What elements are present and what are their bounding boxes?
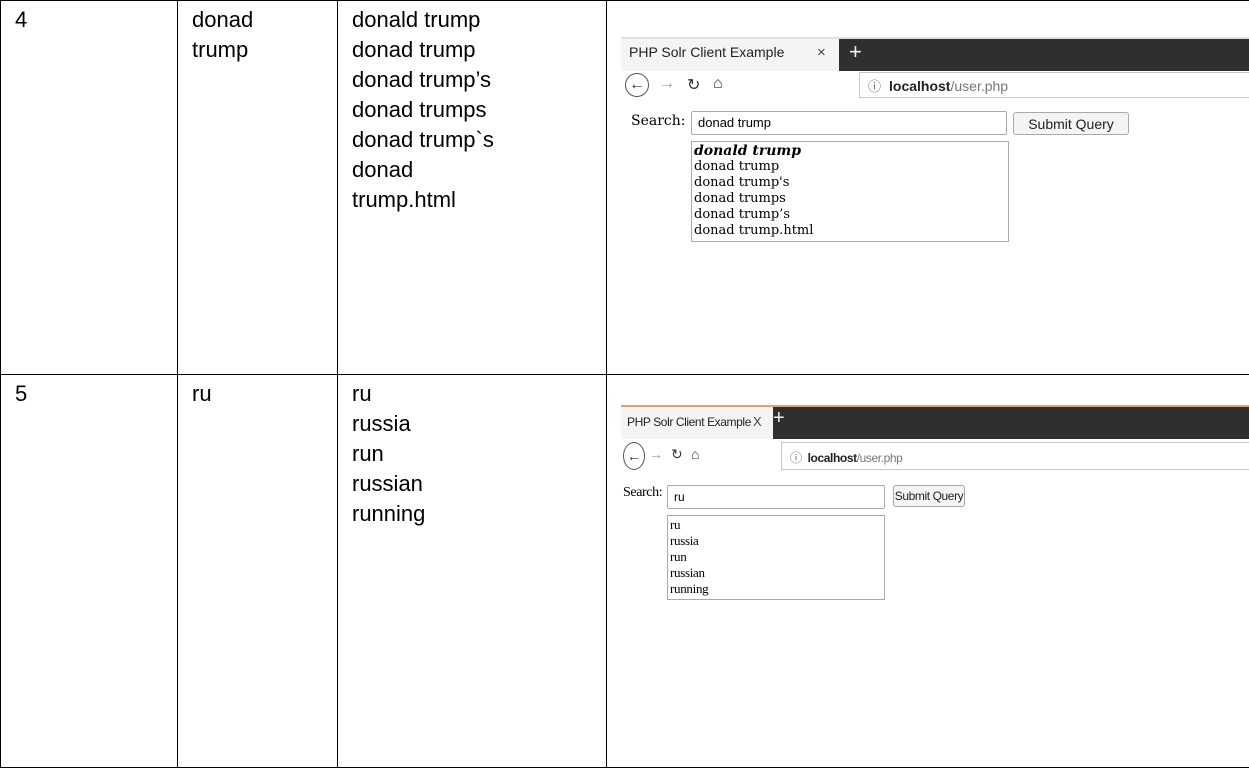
suggestion-item: donad trumps [352,97,487,122]
info-icon[interactable]: ⓘ [790,451,802,465]
autocomplete-dropdown: donald trump donad trump donad trump's d… [691,141,1009,242]
suggestion-item: trump.html [352,187,456,212]
screenshot-cell: PHP Solr Client Example × + ← → ↻ ⌂ ⓘ loc… [606,0,1249,375]
row-number: 5 [15,381,28,406]
search-label: Search: [631,113,686,129]
back-arrow-icon[interactable]: ← [625,73,649,97]
search-input[interactable]: donad trump [691,111,1007,135]
row-number-cell: 4 [0,0,178,375]
query-line: ru [192,381,212,406]
tab-title: PHP Solr Client Example [629,44,785,60]
query-line: donad [192,7,254,32]
query-cell: ru [177,374,338,768]
suggestion-item: russia [352,411,411,436]
results-table: 4 donad trump donald trump donad trump d… [0,0,1249,768]
suggestion-item: running [352,501,426,526]
screenshot-cell: PHP Solr Client Example X + ← → ↻ ⌂ ⓘ loc… [606,374,1249,768]
row-number: 4 [15,7,28,32]
autocomplete-item[interactable]: donad trump.html [694,223,1008,239]
autocomplete-item[interactable]: russia [670,533,884,549]
browser-tab[interactable]: PHP Solr Client Example × [621,39,839,71]
url-path: /user.php [950,78,1009,94]
row-number-cell: 5 [0,374,178,768]
url-host: localhost [889,78,951,94]
url-path: /user.php [856,451,903,465]
suggestions-cell: donald trump donad trump donad trump’s d… [337,0,607,375]
reload-icon[interactable]: ↻ [671,446,683,463]
tab-title: PHP Solr Client Example [627,415,751,429]
query-text: donad trump [178,1,337,65]
new-tab-icon[interactable]: + [773,407,785,430]
query-text: ru [178,375,337,409]
home-icon[interactable]: ⌂ [691,446,699,462]
back-arrow-icon[interactable]: ← [623,442,645,470]
query-cell: donad trump [177,0,338,375]
autocomplete-item[interactable]: ru [670,517,884,533]
suggestions-list: donald trump donad trump donad trump’s d… [338,1,606,215]
autocomplete-item[interactable]: donald trump [694,143,1008,159]
forward-arrow-icon[interactable]: → [649,446,663,462]
query-line: trump [192,37,249,62]
suggestions-list: ru russia run russian running [338,375,606,529]
submit-query-button[interactable]: Submit Query [893,485,965,507]
autocomplete-item[interactable]: donad trump [694,159,1008,175]
browser-tab[interactable]: PHP Solr Client Example X [621,407,773,439]
autocomplete-item[interactable]: run [670,549,884,565]
table-row: 4 donad trump donald trump donad trump d… [0,0,1249,375]
url-bar[interactable]: ⓘ localhost/user.php [781,442,1249,470]
search-label: Search: [623,485,663,500]
suggestion-item: donald trump [352,7,481,32]
suggestion-item: donad [352,157,414,182]
url-host: localhost [807,451,857,465]
suggestion-item: ru [352,381,372,406]
tab-bar: PHP Solr Client Example × + [621,37,1249,71]
autocomplete-item[interactable]: donad trump’s [694,207,1008,223]
table-row: 5 ru ru russia run russian running PHP S… [0,374,1249,768]
search-row: Search: donad trump Submit Query [621,105,1249,135]
info-icon[interactable]: ⓘ [868,79,881,94]
search-input[interactable]: ru [667,485,885,509]
nav-bar: ← → ↻ ⌂ ⓘ localhost/user.php [621,71,1249,105]
tab-bar: PHP Solr Client Example X + [621,405,1249,439]
browser-screenshot: PHP Solr Client Example × + ← → ↻ ⌂ ⓘ loc… [621,37,1249,257]
submit-query-button[interactable]: Submit Query [1013,112,1129,135]
autocomplete-dropdown: ru russia run russian running [667,515,885,600]
url-bar[interactable]: ⓘ localhost/user.php [859,72,1249,98]
autocomplete-item[interactable]: running [670,581,884,597]
close-icon[interactable]: X [753,414,762,429]
search-row: Search: ru Submit Query [621,475,1249,509]
forward-arrow-icon[interactable]: → [659,75,675,93]
nav-bar: ← → ↻ ⌂ ⓘ localhost/user.php [621,439,1249,475]
browser-screenshot: PHP Solr Client Example X + ← → ↻ ⌂ ⓘ loc… [621,405,1249,635]
autocomplete-item[interactable]: donad trumps [694,191,1008,207]
close-icon[interactable]: × [817,44,826,61]
new-tab-icon[interactable]: + [849,39,862,65]
suggestion-item: russian [352,471,423,496]
suggestion-item: donad trump`s [352,127,494,152]
autocomplete-item[interactable]: russian [670,565,884,581]
suggestion-item: run [352,441,384,466]
suggestion-item: donad trump’s [352,67,492,92]
autocomplete-item[interactable]: donad trump's [694,175,1008,191]
suggestions-cell: ru russia run russian running [337,374,607,768]
reload-icon[interactable]: ↻ [687,75,700,95]
suggestion-item: donad trump [352,37,476,62]
home-icon[interactable]: ⌂ [713,75,723,93]
